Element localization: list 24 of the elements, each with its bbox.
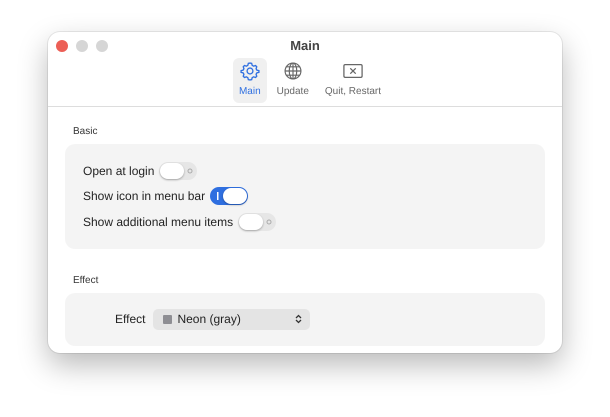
setting-label: Show additional menu items [83,214,234,231]
globe-icon [282,61,303,81]
toolbar-tab[interactable]: Quit, Restart [318,58,388,103]
section-title: Effect [73,274,100,288]
on-mark-icon [217,192,220,200]
popup-button[interactable]: Neon (gray) [153,308,310,330]
toggle-switch[interactable] [210,187,248,206]
minimize-button[interactable] [76,40,88,52]
section-title: Basic [73,125,98,139]
chevron-updown-icon [295,314,302,324]
setting-label: Open at login [83,162,154,180]
toolbar-tab[interactable]: Update [270,58,315,103]
setting-label: Effect [115,311,146,328]
setting-label: Show icon in menu bar [83,188,206,206]
zoom-button[interactable] [96,40,108,52]
off-mark-icon [187,168,194,174]
gear-icon [240,61,260,81]
toolbar-tab[interactable]: Main [232,58,267,103]
toggle-switch[interactable] [238,212,276,231]
toggle-switch[interactable] [159,162,198,180]
off-mark-icon [266,218,272,225]
window-title: Main [290,37,320,54]
close-button[interactable] [56,40,68,52]
close-box-icon [342,61,364,81]
